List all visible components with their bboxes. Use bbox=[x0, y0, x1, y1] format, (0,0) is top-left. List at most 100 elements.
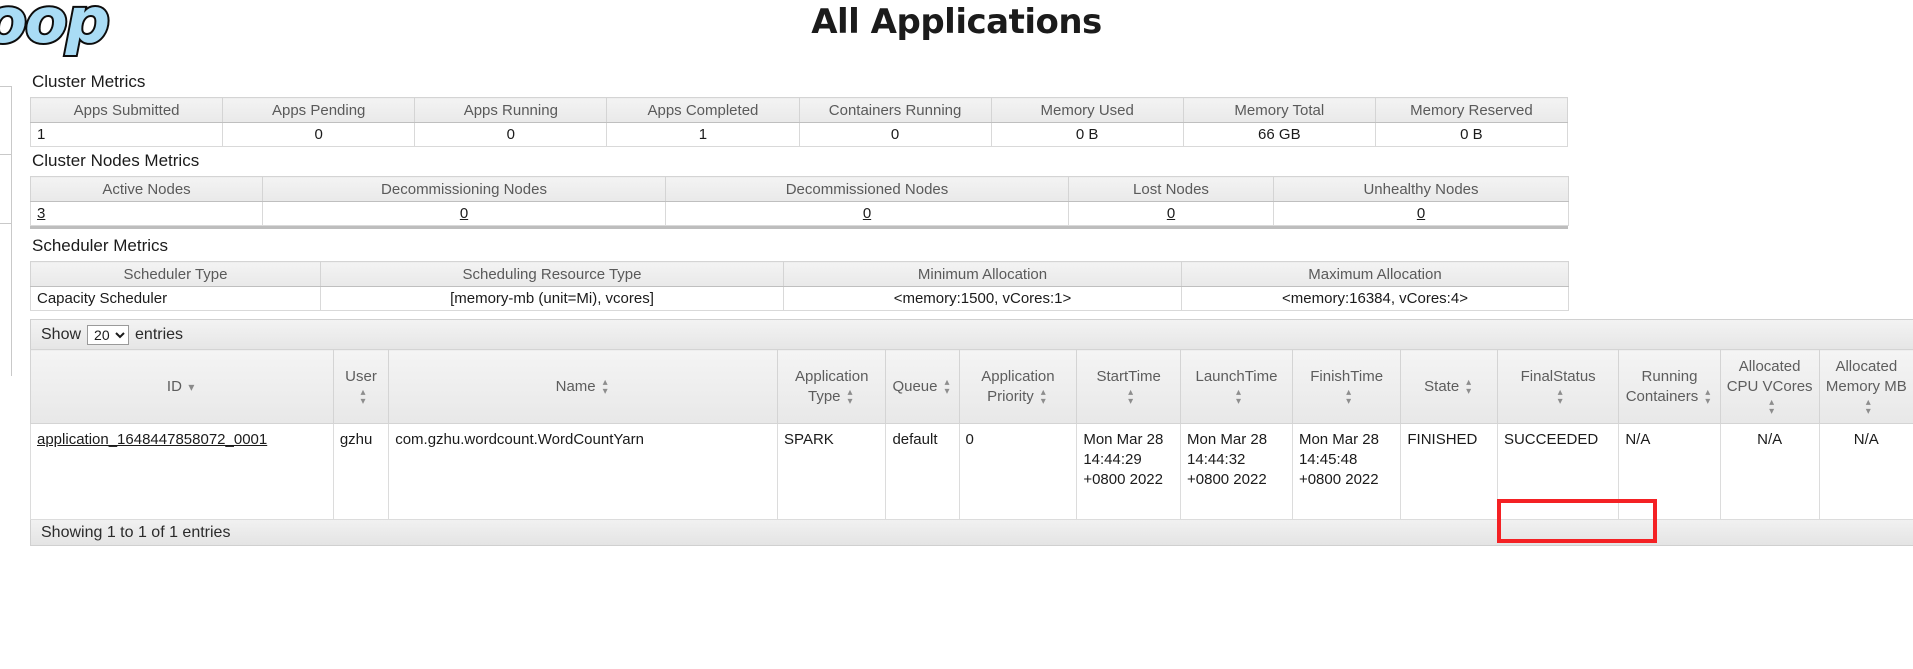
th-running-containers[interactable]: Running Containers▴▾ bbox=[1619, 350, 1720, 424]
sort-desc-icon: ▾ bbox=[186, 381, 197, 393]
sort-both-icon: ▴▾ bbox=[1343, 388, 1354, 406]
cell-id: application_1648447858072_0001 bbox=[31, 424, 334, 520]
val-containers-running: 0 bbox=[799, 123, 991, 147]
applications-header-row: ID▾ User▴▾ Name▴▾ Application Type▴▾ Que… bbox=[31, 350, 1913, 424]
scheduler-metrics-label: Scheduler Metrics bbox=[30, 232, 1913, 261]
cell-allocated-memory-mb: N/A bbox=[1819, 424, 1913, 520]
main-content: Cluster Metrics Apps Submitted Apps Pend… bbox=[30, 68, 1913, 546]
val-unhealthy-nodes-cell: 0 bbox=[1274, 202, 1569, 226]
col-lost-nodes: Lost Nodes bbox=[1069, 177, 1274, 202]
cluster-nodes-metrics-table: Active Nodes Decommissioning Nodes Decom… bbox=[30, 176, 1569, 226]
val-apps-running: 0 bbox=[415, 123, 607, 147]
sort-both-icon: ▴▾ bbox=[1463, 378, 1474, 396]
sort-both-icon: ▴▾ bbox=[1233, 388, 1244, 406]
cell-queue: default bbox=[886, 424, 959, 520]
th-name[interactable]: Name▴▾ bbox=[389, 350, 778, 424]
page-header: doop All Applications bbox=[0, 0, 1913, 58]
val-apps-submitted: 1 bbox=[31, 123, 223, 147]
cluster-nodes-metrics-wrap: Active Nodes Decommissioning Nodes Decom… bbox=[30, 176, 1913, 226]
val-scheduling-resource-type: [memory-mb (unit=Mi), vcores] bbox=[321, 287, 784, 311]
col-apps-submitted: Apps Submitted bbox=[31, 98, 223, 123]
sort-both-icon: ▴▾ bbox=[1125, 388, 1136, 406]
cell-application-type: SPARK bbox=[778, 424, 886, 520]
val-scheduler-type: Capacity Scheduler bbox=[31, 287, 321, 311]
val-memory-used: 0 B bbox=[991, 123, 1183, 147]
decommissioning-nodes-link[interactable]: 0 bbox=[460, 205, 468, 222]
cluster-metrics-header-row: Apps Submitted Apps Pending Apps Running… bbox=[31, 98, 1568, 123]
val-lost-nodes-cell: 0 bbox=[1069, 202, 1274, 226]
col-memory-reserved: Memory Reserved bbox=[1375, 98, 1567, 123]
th-finishtime[interactable]: FinishTime▴▾ bbox=[1292, 350, 1400, 424]
col-scheduling-resource-type: Scheduling Resource Type bbox=[321, 262, 784, 287]
cluster-nodes-header-row: Active Nodes Decommissioning Nodes Decom… bbox=[31, 177, 1569, 202]
th-allocated-cpu-vcores[interactable]: Allocated CPU VCores▴▾ bbox=[1720, 350, 1819, 424]
val-memory-reserved: 0 B bbox=[1375, 123, 1567, 147]
sort-both-icon: ▴▾ bbox=[942, 378, 953, 396]
val-apps-completed: 1 bbox=[607, 123, 799, 147]
page-size-select[interactable]: 20 bbox=[87, 325, 129, 345]
col-active-nodes: Active Nodes bbox=[31, 177, 263, 202]
cell-launchtime: Mon Mar 28 14:44:32 +0800 2022 bbox=[1181, 424, 1293, 520]
datatable-footer: Showing 1 to 1 of 1 entries bbox=[30, 520, 1913, 546]
col-memory-total: Memory Total bbox=[1183, 98, 1375, 123]
yarn-resourcemanager-page: doop All Applications Cluster Metrics Ap… bbox=[0, 0, 1913, 669]
val-minimum-allocation: <memory:1500, vCores:1> bbox=[784, 287, 1182, 311]
th-queue[interactable]: Queue▴▾ bbox=[886, 350, 959, 424]
scheduler-metrics-table: Scheduler Type Scheduling Resource Type … bbox=[30, 261, 1569, 311]
cell-starttime: Mon Mar 28 14:44:29 +0800 2022 bbox=[1077, 424, 1181, 520]
cell-application-priority: 0 bbox=[959, 424, 1077, 520]
cell-finalstatus: SUCCEEDED bbox=[1497, 424, 1618, 520]
entries-label: entries bbox=[135, 326, 183, 344]
application-id-link[interactable]: application_1648447858072_0001 bbox=[37, 431, 267, 448]
th-starttime[interactable]: StartTime▴▾ bbox=[1077, 350, 1181, 424]
val-decommissioned-nodes-cell: 0 bbox=[666, 202, 1069, 226]
col-memory-used: Memory Used bbox=[991, 98, 1183, 123]
sort-both-icon: ▴▾ bbox=[600, 378, 611, 396]
sort-both-icon: ▴▾ bbox=[358, 388, 369, 406]
cluster-metrics-value-row: 1 0 0 1 0 0 B 66 GB 0 B bbox=[31, 123, 1568, 147]
sort-both-icon: ▴▾ bbox=[1766, 398, 1777, 416]
val-apps-pending: 0 bbox=[223, 123, 415, 147]
decommissioned-nodes-link[interactable]: 0 bbox=[863, 205, 871, 222]
col-apps-completed: Apps Completed bbox=[607, 98, 799, 123]
entries-info-text: Showing 1 to 1 of 1 entries bbox=[41, 524, 230, 542]
cell-name: com.gzhu.wordcount.WordCountYarn bbox=[389, 424, 778, 520]
th-allocated-memory-mb[interactable]: Allocated Memory MB▴▾ bbox=[1819, 350, 1913, 424]
th-application-priority[interactable]: Application Priority▴▾ bbox=[959, 350, 1077, 424]
th-finalstatus[interactable]: FinalStatus▴▾ bbox=[1497, 350, 1618, 424]
show-label: Show bbox=[41, 326, 81, 344]
th-application-type[interactable]: Application Type▴▾ bbox=[778, 350, 886, 424]
cluster-metrics-label: Cluster Metrics bbox=[30, 68, 1913, 97]
th-launchtime[interactable]: LaunchTime▴▾ bbox=[1181, 350, 1293, 424]
th-id[interactable]: ID▾ bbox=[31, 350, 334, 424]
col-minimum-allocation: Minimum Allocation bbox=[784, 262, 1182, 287]
applications-table: ID▾ User▴▾ Name▴▾ Application Type▴▾ Que… bbox=[30, 349, 1913, 520]
col-decommissioning-nodes: Decommissioning Nodes bbox=[263, 177, 666, 202]
th-state[interactable]: State▴▾ bbox=[1401, 350, 1498, 424]
col-scheduler-type: Scheduler Type bbox=[31, 262, 321, 287]
scheduler-metrics-value-row: Capacity Scheduler [memory-mb (unit=Mi),… bbox=[31, 287, 1569, 311]
table-row: application_1648447858072_0001 gzhu com.… bbox=[31, 424, 1913, 520]
scheduler-metrics-header-row: Scheduler Type Scheduling Resource Type … bbox=[31, 262, 1569, 287]
val-decommissioning-nodes-cell: 0 bbox=[263, 202, 666, 226]
col-unhealthy-nodes: Unhealthy Nodes bbox=[1274, 177, 1569, 202]
lost-nodes-link[interactable]: 0 bbox=[1167, 205, 1175, 222]
col-apps-pending: Apps Pending bbox=[223, 98, 415, 123]
th-user[interactable]: User▴▾ bbox=[333, 350, 388, 424]
cell-state: FINISHED bbox=[1401, 424, 1498, 520]
sort-both-icon: ▴▾ bbox=[1702, 388, 1713, 406]
cell-allocated-cpu-vcores: N/A bbox=[1720, 424, 1819, 520]
val-memory-total: 66 GB bbox=[1183, 123, 1375, 147]
cluster-metrics-table: Apps Submitted Apps Pending Apps Running… bbox=[30, 97, 1568, 147]
datatable-toolbar: Show 20 entries bbox=[30, 319, 1913, 349]
sort-both-icon: ▴▾ bbox=[1555, 388, 1566, 406]
cell-finishtime: Mon Mar 28 14:45:48 +0800 2022 bbox=[1292, 424, 1400, 520]
col-apps-running: Apps Running bbox=[415, 98, 607, 123]
left-nav-frame-stub-2 bbox=[0, 154, 12, 224]
active-nodes-link[interactable]: 3 bbox=[37, 205, 45, 222]
left-nav-frame-stub bbox=[0, 86, 12, 376]
col-maximum-allocation: Maximum Allocation bbox=[1182, 262, 1569, 287]
col-decommissioned-nodes: Decommissioned Nodes bbox=[666, 177, 1069, 202]
unhealthy-nodes-link[interactable]: 0 bbox=[1417, 205, 1425, 222]
cell-running-containers: N/A bbox=[1619, 424, 1720, 520]
